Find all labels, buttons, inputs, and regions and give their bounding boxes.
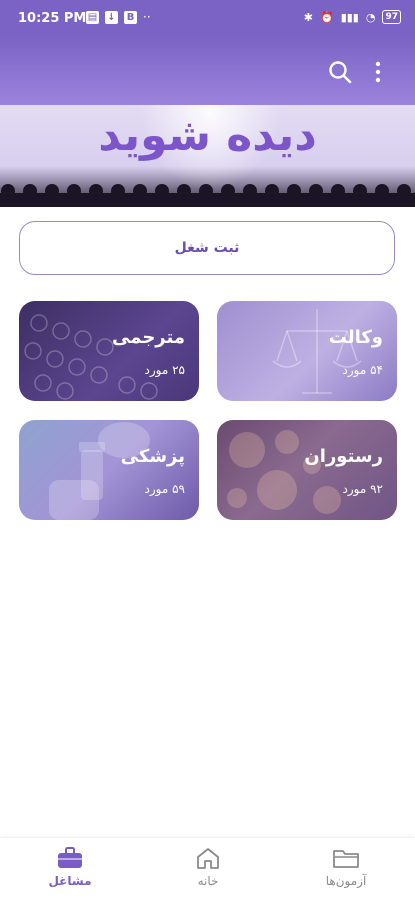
category-card-translator[interactable]: مترجمی ۲۵ مورد bbox=[19, 301, 199, 401]
category-count: ۵۴ مورد bbox=[342, 363, 383, 377]
nav-tab-tests[interactable]: آزمون‌ها bbox=[306, 846, 386, 888]
nav-label-jobs: مشاغل bbox=[48, 874, 92, 888]
category-count: ۲۵ مورد bbox=[144, 363, 185, 377]
bottom-navigation: مشاغل خانه آزمون‌ها bbox=[0, 838, 415, 900]
alarm-icon: ⏰ bbox=[319, 10, 334, 24]
b-app-icon: B bbox=[124, 10, 137, 24]
vaccine-vial-icon bbox=[49, 422, 150, 520]
app-toolbar bbox=[0, 37, 415, 105]
signal-icon: ▮▮▮ bbox=[340, 10, 359, 24]
category-count: ۹۲ مورد bbox=[342, 482, 383, 496]
category-title: پزشکی bbox=[120, 446, 185, 467]
battery-icon: 97 bbox=[382, 10, 401, 24]
category-count: ۵۹ مورد bbox=[144, 482, 185, 496]
justice-scale-icon bbox=[272, 309, 362, 394]
category-card-medical[interactable]: پزشکی ۵۹ مورد bbox=[19, 420, 199, 520]
promo-banner[interactable]: دیده شوید bbox=[0, 105, 415, 207]
notification-icon: ▤ bbox=[86, 10, 99, 24]
category-card-law[interactable]: وکالت ۵۴ مورد bbox=[217, 301, 397, 401]
status-time: 10:25 PM bbox=[18, 11, 87, 26]
status-system-icons: ✱ ⏰ ▮▮▮ ◔ 97 bbox=[304, 10, 401, 24]
typewriter-keys-icon bbox=[24, 314, 158, 400]
more-notifications-icon: ·· bbox=[143, 10, 151, 24]
audience-silhouette-icon bbox=[0, 184, 415, 207]
category-title: مترجمی bbox=[112, 327, 185, 348]
register-job-button[interactable]: ثبت شغل bbox=[19, 221, 395, 275]
banner-logo-text: دیده شوید bbox=[98, 110, 317, 161]
status-bar: 10:25 PM ▤ ↓ B ·· ✱ ⏰ ▮▮▮ ◔ 97 bbox=[0, 0, 415, 37]
category-card-restaurant[interactable]: رستوران ۹۲ مورد bbox=[217, 420, 397, 520]
search-icon[interactable] bbox=[327, 59, 353, 85]
nav-tab-jobs[interactable]: مشاغل bbox=[30, 846, 110, 888]
food-platter-icon bbox=[227, 430, 341, 514]
bluetooth-icon: ✱ bbox=[303, 10, 313, 24]
category-title: رستوران bbox=[304, 446, 383, 467]
folder-icon bbox=[333, 850, 359, 868]
wifi-icon: ◔ bbox=[365, 10, 376, 24]
download-icon: ↓ bbox=[105, 10, 118, 24]
status-notification-icons: ▤ ↓ B ·· bbox=[86, 10, 151, 24]
home-icon bbox=[197, 848, 219, 869]
category-title: وکالت bbox=[328, 327, 383, 348]
briefcase-icon bbox=[58, 847, 82, 868]
nav-tab-home[interactable]: خانه bbox=[168, 846, 248, 888]
nav-label-tests: آزمون‌ها bbox=[325, 874, 367, 888]
nav-label-home: خانه bbox=[197, 874, 219, 888]
more-options-icon[interactable] bbox=[366, 58, 390, 86]
